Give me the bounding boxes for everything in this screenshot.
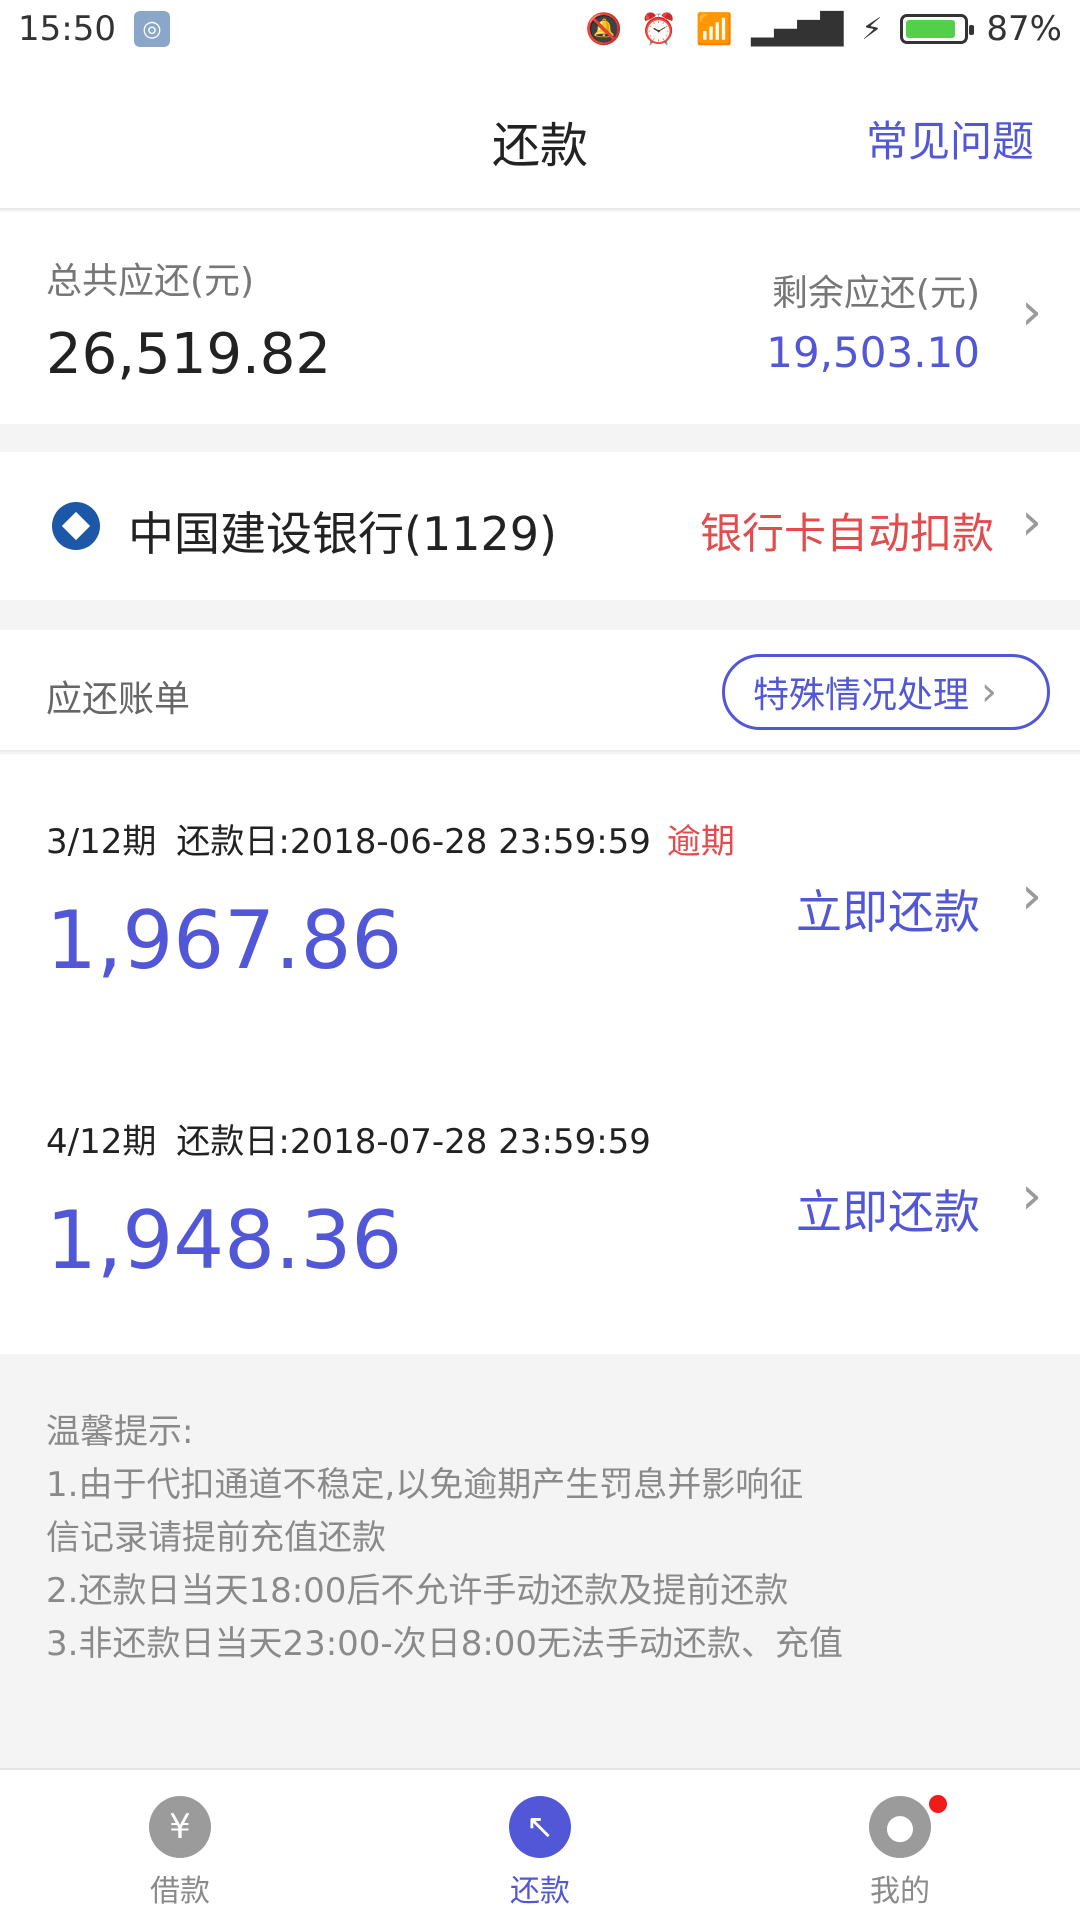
chevron-right-icon: › <box>1021 1166 1042 1226</box>
remaining-due-value: 19,503.10 <box>766 328 980 377</box>
repay-arrow-icon: ↖ <box>509 1796 571 1858</box>
bill-period: 3/12期 <box>46 822 157 862</box>
bill-amount: 1,967.86 <box>46 894 403 987</box>
bottom-tab-bar: ¥ 借款 ↖ 还款 ● 我的 <box>0 1768 1080 1920</box>
tab-label: 还款 <box>510 1874 570 1909</box>
bill-amount: 1,948.36 <box>46 1194 403 1287</box>
faq-link[interactable]: 常见问题 <box>866 108 1034 169</box>
tab-label: 借款 <box>150 1874 210 1909</box>
bank-name: 中国建设银行(1129) <box>128 507 557 561</box>
bills-title: 应还账单 <box>46 679 191 720</box>
user-icon: ● <box>869 1796 931 1858</box>
charging-icon: ⚡ <box>861 11 883 47</box>
bill-item: 3/12期 还款日:2018-06-28 23:59:59 逾期 1,967.86 … <box>0 754 1080 1054</box>
mute-icon: 🔕 <box>584 11 623 47</box>
nav-bar: 还款 常见问题 <box>0 58 1080 210</box>
battery-fill <box>906 20 956 38</box>
bank-card-row[interactable]: 中国建设银行(1129) 银行卡自动扣款 › <box>0 452 1080 600</box>
bill-due-date: 还款日:2018-07-28 23:59:59 <box>176 1122 651 1162</box>
app-notification-icon: ◎ <box>133 11 170 47</box>
tip-line: 3.非还款日当天23:00-次日8:00无法手动还款、充值 <box>46 1624 844 1664</box>
bills-list: 3/12期 还款日:2018-06-28 23:59:59 逾期 1,967.86 … <box>0 754 1080 1354</box>
yuan-icon: ¥ <box>149 1796 211 1858</box>
tip-line: 1.由于代扣通道不稳定,以免逾期产生罚息并影响征 <box>46 1465 804 1505</box>
bill-item: 4/12期 还款日:2018-07-28 23:59:59 1,948.36 立即… <box>0 1054 1080 1354</box>
status-bar: 15:50 ◎ 🔕 ⏰ 📶 ▂▄▆█ ⚡ 87% <box>0 0 1080 58</box>
special-case-label: 特殊情况处理 <box>753 675 970 716</box>
bill-info: 3/12期 还款日:2018-06-28 23:59:59 逾期 <box>46 814 735 863</box>
pay-now-button[interactable]: 立即还款 <box>796 876 980 942</box>
auto-debit-link[interactable]: 银行卡自动扣款 <box>700 500 994 561</box>
chevron-right-icon: › <box>1021 866 1042 926</box>
remaining-due-label: 剩余应还(元) <box>771 273 980 314</box>
alarm-icon: ⏰ <box>640 11 678 47</box>
total-due-value: 26,519.82 <box>46 322 332 387</box>
bill-period: 4/12期 <box>46 1122 157 1162</box>
repayment-summary[interactable]: 总共应还(元) 26,519.82 剩余应还(元) 19,503.10 › <box>0 212 1080 424</box>
ccb-bank-logo-icon <box>52 502 100 550</box>
chevron-right-icon: › <box>1021 282 1042 342</box>
tip-line: 2.还款日当天18:00后不允许手动还款及提前还款 <box>46 1571 789 1611</box>
bills-header: 应还账单 特殊情况处理 › <box>0 630 1080 752</box>
chevron-right-icon: › <box>981 669 998 715</box>
bill-due-date: 还款日:2018-06-28 23:59:59 <box>176 822 651 862</box>
battery-percent: 87% <box>986 9 1062 49</box>
status-icons: 🔕 ⏰ 📶 ▂▄▆█ ⚡ 87% <box>585 9 1062 49</box>
special-case-button[interactable]: 特殊情况处理 › <box>722 654 1050 730</box>
battery-icon <box>900 14 975 44</box>
chevron-right-icon: › <box>1021 492 1042 552</box>
pay-now-button[interactable]: 立即还款 <box>796 1176 980 1242</box>
bill-info: 4/12期 还款日:2018-07-28 23:59:59 <box>46 1114 651 1163</box>
tab-repay[interactable]: ↖ 还款 <box>360 1770 720 1920</box>
overdue-badge: 逾期 <box>666 822 735 862</box>
signal-icon: ▂▄▆█ <box>751 11 844 47</box>
status-time: 15:50 <box>18 9 116 49</box>
tab-borrow[interactable]: ¥ 借款 <box>0 1770 360 1920</box>
tab-mine[interactable]: ● 我的 <box>720 1770 1080 1920</box>
notification-dot <box>926 1792 950 1816</box>
wifi-icon: 📶 <box>695 11 734 47</box>
tip-line: 信记录请提前充值还款 <box>46 1518 386 1558</box>
tips-section: 温馨提示: 1.由于代扣通道不稳定,以免逾期产生罚息并影响征 信记录请提前充值还… <box>0 1356 1080 1768</box>
tips-title: 温馨提示: <box>46 1412 194 1452</box>
total-due-label: 总共应还(元) <box>46 261 255 302</box>
tab-label: 我的 <box>870 1874 930 1909</box>
